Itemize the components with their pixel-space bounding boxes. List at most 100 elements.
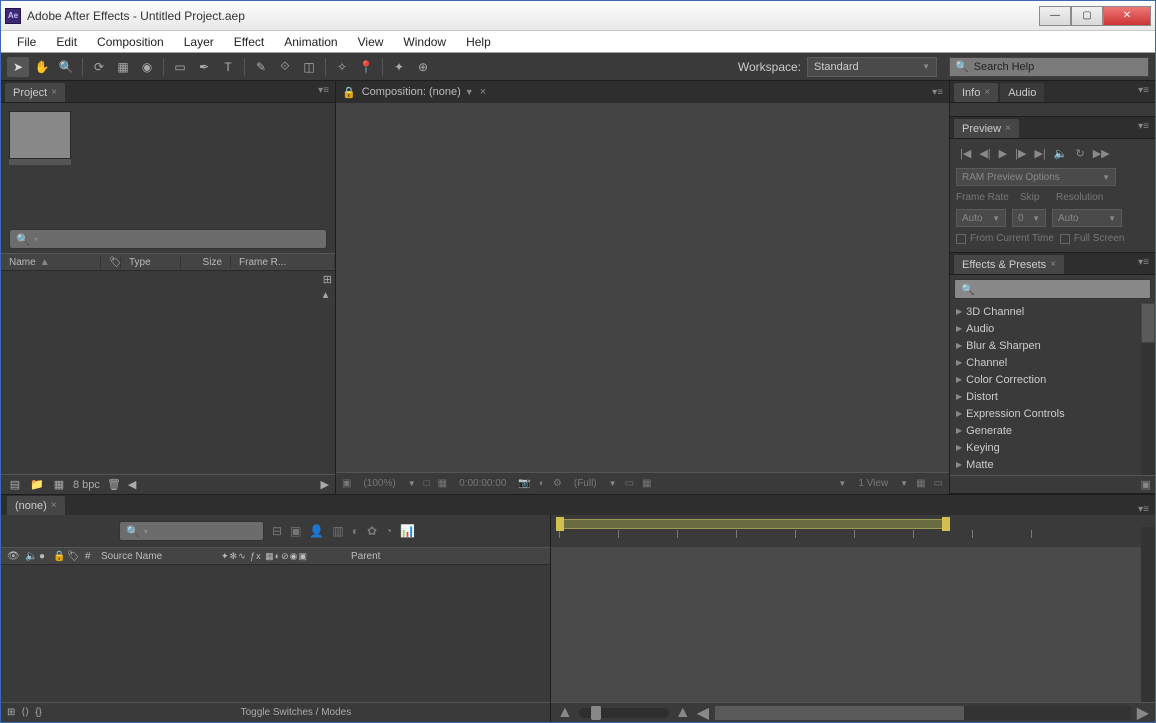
effects-category[interactable]: ▶Keying xyxy=(950,439,1155,456)
eraser-tool-icon[interactable]: ◫ xyxy=(298,57,320,77)
shy-icon[interactable]: 👤 xyxy=(309,524,324,538)
draft3d-icon[interactable]: ▣ xyxy=(290,524,301,538)
next-frame-icon[interactable]: |▶ xyxy=(1015,147,1026,160)
project-bpc[interactable]: 8 bpc xyxy=(73,479,100,491)
mute-icon[interactable]: 🔈 xyxy=(1054,147,1068,160)
zoom-slider[interactable] xyxy=(579,708,669,718)
tool-ext1-icon[interactable]: ✦ xyxy=(388,57,410,77)
shape-tool-icon[interactable]: ▭ xyxy=(169,57,191,77)
close-icon[interactable]: × xyxy=(1050,259,1056,270)
interpret-footage-icon[interactable]: ▤ xyxy=(7,477,23,493)
col-parent[interactable]: Parent xyxy=(345,551,386,562)
first-frame-icon[interactable]: |◀ xyxy=(960,147,971,160)
grid-icon[interactable]: ▦ xyxy=(438,478,447,489)
viewer-mode-icon[interactable]: ▣ xyxy=(342,478,351,489)
zoom-in-icon[interactable]: ▲ xyxy=(675,704,691,722)
project-search-input[interactable]: 🔍▾ xyxy=(9,229,327,249)
col-type[interactable]: Type xyxy=(121,257,181,268)
work-area-bar[interactable] xyxy=(559,518,1147,530)
comp-mini-flowchart-icon[interactable]: ⊟ xyxy=(272,524,282,538)
frame-blend-icon[interactable]: ▥ xyxy=(332,524,343,538)
workarea-end-handle[interactable] xyxy=(942,517,950,531)
camera-view-icon[interactable]: ▦ xyxy=(916,478,925,489)
hand-tool-icon[interactable]: ✋ xyxy=(31,57,53,77)
selection-tool-icon[interactable]: ➤ xyxy=(7,57,29,77)
tab-effects-presets[interactable]: Effects & Presets× xyxy=(954,255,1064,274)
menu-layer[interactable]: Layer xyxy=(174,31,224,53)
effects-search-input[interactable]: 🔍▾ xyxy=(954,279,1151,299)
panel-menu-icon[interactable]: ▾≡ xyxy=(1138,504,1149,515)
panel-menu-icon[interactable]: ▾≡ xyxy=(1138,85,1149,96)
flowchart-icon[interactable]: ⊞ xyxy=(323,273,332,286)
time-value[interactable]: 0:00:00:00 xyxy=(455,478,510,489)
lock-icon[interactable]: 🔒 xyxy=(342,86,356,99)
framerate-dropdown[interactable]: Auto▼ xyxy=(956,209,1006,227)
chevron-down-icon[interactable]: ▼ xyxy=(609,479,617,488)
panel-menu-icon[interactable]: ▾≡ xyxy=(1138,121,1149,132)
puppet-tool-icon[interactable]: 📍 xyxy=(355,57,377,77)
trash-icon[interactable]: 🗑 xyxy=(106,477,122,493)
timeline-tracks[interactable] xyxy=(551,547,1155,702)
bracket-icon[interactable]: {} xyxy=(35,707,42,718)
ram-preview-options[interactable]: RAM Preview Options▼ xyxy=(956,168,1116,186)
close-icon[interactable]: × xyxy=(1005,123,1011,134)
ram-preview-icon[interactable]: ▶▶ xyxy=(1093,147,1110,160)
last-frame-icon[interactable]: ▶| xyxy=(1034,147,1045,160)
label-icon[interactable]: 🏷 xyxy=(61,551,79,562)
tab-info[interactable]: Info× xyxy=(954,83,998,102)
scroll-left-icon[interactable]: ◀ xyxy=(697,703,709,723)
effects-category[interactable]: ▶Distort xyxy=(950,388,1155,405)
snapshot-icon[interactable]: 📷 xyxy=(518,478,530,489)
menu-view[interactable]: View xyxy=(348,31,394,53)
tab-audio[interactable]: Audio xyxy=(1000,83,1044,102)
motion-blur-icon[interactable]: ◐ xyxy=(352,524,359,538)
effects-category[interactable]: ▶Audio xyxy=(950,320,1155,337)
search-help-input[interactable]: 🔍 Search Help xyxy=(949,57,1149,77)
menu-animation[interactable]: Animation xyxy=(274,31,347,53)
prev-frame-icon[interactable]: ◀| xyxy=(979,147,990,160)
horizontal-scrollbar[interactable] xyxy=(715,706,1131,720)
workarea-start-handle[interactable] xyxy=(556,517,564,531)
col-name[interactable]: Name xyxy=(9,257,36,268)
workspace-dropdown[interactable]: Standard ▼ xyxy=(807,57,937,77)
timeline-search-input[interactable]: 🔍▾ xyxy=(119,521,264,541)
effects-category[interactable]: ▶Color Correction xyxy=(950,371,1155,388)
zoom-out-icon[interactable]: ▲ xyxy=(557,704,573,722)
zoom-tool-icon[interactable]: 🔍 xyxy=(55,57,77,77)
menu-file[interactable]: File xyxy=(7,31,46,53)
close-icon[interactable]: × xyxy=(480,86,486,98)
resolution-icon[interactable]: □ xyxy=(424,478,430,489)
chevron-down-icon[interactable]: ▼ xyxy=(408,479,416,488)
video-icon[interactable]: 👁 xyxy=(1,551,19,562)
timeline-layers[interactable] xyxy=(1,565,550,702)
col-size[interactable]: Size xyxy=(181,257,231,268)
transparency-icon[interactable]: ▦ xyxy=(642,478,651,489)
effects-category[interactable]: ▶3D Channel xyxy=(950,303,1155,320)
menu-window[interactable]: Window xyxy=(393,31,456,53)
effects-category[interactable]: ▶Blur & Sharpen xyxy=(950,337,1155,354)
effects-category[interactable]: ▶Generate xyxy=(950,422,1155,439)
tag-icon[interactable]: 🏷 xyxy=(101,257,121,268)
play-icon[interactable]: ▶ xyxy=(999,147,1007,160)
tab-preview[interactable]: Preview× xyxy=(954,119,1019,138)
pixel-aspect-icon[interactable]: ▭ xyxy=(934,478,943,489)
chevron-down-icon[interactable]: ▼ xyxy=(838,479,846,488)
col-source-name[interactable]: Source Name xyxy=(95,551,215,562)
resolution-dropdown[interactable]: Auto▼ xyxy=(1052,209,1122,227)
close-icon[interactable]: × xyxy=(51,87,57,98)
resolution-value[interactable]: (Full) xyxy=(570,478,601,489)
close-icon[interactable]: × xyxy=(984,87,990,98)
effects-category[interactable]: ▶Expression Controls xyxy=(950,405,1155,422)
effects-category[interactable]: ▶Channel xyxy=(950,354,1155,371)
chevron-down-icon[interactable]: ▼ xyxy=(900,479,908,488)
close-button[interactable]: ✕ xyxy=(1103,6,1151,26)
solo-icon[interactable]: ● xyxy=(33,551,47,562)
panel-menu-icon[interactable]: ▾≡ xyxy=(318,85,329,96)
color-mgmt-icon[interactable]: ⚙ xyxy=(553,478,562,489)
pan-behind-tool-icon[interactable]: ◉ xyxy=(136,57,158,77)
tab-project[interactable]: Project × xyxy=(5,83,65,102)
expand-icon[interactable]: ⟨⟩ xyxy=(21,707,29,718)
roto-tool-icon[interactable]: ✧ xyxy=(331,57,353,77)
rotation-tool-icon[interactable]: ⟳ xyxy=(88,57,110,77)
menu-composition[interactable]: Composition xyxy=(87,31,174,53)
